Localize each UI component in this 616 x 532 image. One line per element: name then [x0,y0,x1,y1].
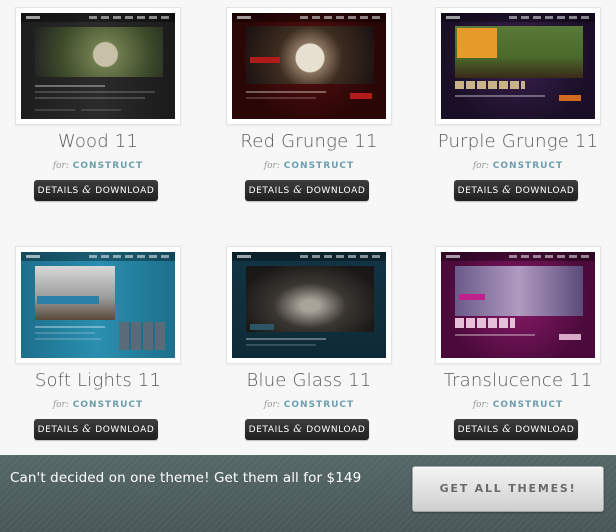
platform-name: CONSTRUCT [72,400,144,410]
theme-name[interactable]: Purple Grunge 11 [420,131,616,152]
theme-card-purple-grunge: Purple Grunge 11 for: CONSTRUCT DETAILS … [420,7,616,207]
details-download-button[interactable]: DETAILS & DOWNLOAD [454,180,578,201]
button-label-details: DETAILS [248,186,290,196]
button-label-download: DOWNLOAD [306,186,366,196]
button-label-details: DETAILS [457,186,499,196]
platform-name: CONSTRUCT [72,161,144,171]
get-all-themes-button[interactable]: GET ALL THEMES! [412,466,604,512]
for-label: for: [472,400,489,410]
theme-thumbnail-translucence[interactable] [441,252,595,358]
theme-grid: Wood 11 for: CONSTRUCT DETAILS & DOWNLOA… [0,0,616,455]
platform-line: for: CONSTRUCT [420,161,616,171]
platform-line: for: CONSTRUCT [420,400,616,410]
button-label-download: DOWNLOAD [95,186,155,196]
theme-card-translucence: Translucence 11 for: CONSTRUCT DETAILS &… [420,246,616,446]
button-label-download: DOWNLOAD [95,425,155,435]
for-label: for: [263,161,280,171]
platform-line: for: CONSTRUCT [0,161,196,171]
for-label: for: [472,161,489,171]
details-download-button[interactable]: DETAILS & DOWNLOAD [34,419,158,440]
promo-footer: Can't decided on one theme! Get them all… [0,455,616,532]
platform-name: CONSTRUCT [492,400,564,410]
theme-name[interactable]: Red Grunge 11 [211,131,407,152]
for-label: for: [263,400,280,410]
theme-card-soft-lights: Soft Lights 11 for: CONSTRUCT DETAILS & … [0,246,196,446]
theme-thumbnail-purple-grunge[interactable] [441,13,595,119]
theme-card-red-grunge: Red Grunge 11 for: CONSTRUCT DETAILS & D… [211,7,407,207]
button-amp: & [293,185,303,196]
button-label-details: DETAILS [457,425,499,435]
platform-line: for: CONSTRUCT [211,161,407,171]
theme-thumbnail-red-grunge[interactable] [232,13,386,119]
theme-thumbnail-frame[interactable] [226,7,392,125]
theme-card-wood: Wood 11 for: CONSTRUCT DETAILS & DOWNLOA… [0,7,196,207]
platform-line: for: CONSTRUCT [211,400,407,410]
theme-thumbnail-frame[interactable] [15,7,181,125]
details-download-button[interactable]: DETAILS & DOWNLOAD [34,180,158,201]
promo-text: Can't decided on one theme! Get them all… [10,470,362,486]
button-amp: & [502,185,512,196]
theme-thumbnail-blue-glass[interactable] [232,252,386,358]
platform-name: CONSTRUCT [283,161,355,171]
button-label-details: DETAILS [37,186,79,196]
theme-name[interactable]: Translucence 11 [420,370,616,391]
theme-name[interactable]: Soft Lights 11 [0,370,196,391]
theme-thumbnail-frame[interactable] [435,246,601,364]
button-amp: & [293,424,303,435]
details-download-button[interactable]: DETAILS & DOWNLOAD [245,180,369,201]
platform-name: CONSTRUCT [492,161,564,171]
button-label-download: DOWNLOAD [306,425,366,435]
platform-name: CONSTRUCT [283,400,355,410]
platform-line: for: CONSTRUCT [0,400,196,410]
button-amp: & [82,185,92,196]
button-label-details: DETAILS [248,425,290,435]
theme-thumbnail-wood[interactable] [21,13,175,119]
button-amp: & [82,424,92,435]
theme-name[interactable]: Wood 11 [0,131,196,152]
details-download-button[interactable]: DETAILS & DOWNLOAD [245,419,369,440]
details-download-button[interactable]: DETAILS & DOWNLOAD [454,419,578,440]
for-label: for: [52,161,69,171]
theme-thumbnail-frame[interactable] [226,246,392,364]
button-amp: & [502,424,512,435]
theme-name[interactable]: Blue Glass 11 [211,370,407,391]
theme-thumbnail-frame[interactable] [15,246,181,364]
button-label-download: DOWNLOAD [515,425,575,435]
button-label-download: DOWNLOAD [515,186,575,196]
theme-thumbnail-frame[interactable] [435,7,601,125]
for-label: for: [52,400,69,410]
theme-thumbnail-soft-lights[interactable] [21,252,175,358]
button-label-details: DETAILS [37,425,79,435]
theme-card-blue-glass: Blue Glass 11 for: CONSTRUCT DETAILS & D… [211,246,407,446]
